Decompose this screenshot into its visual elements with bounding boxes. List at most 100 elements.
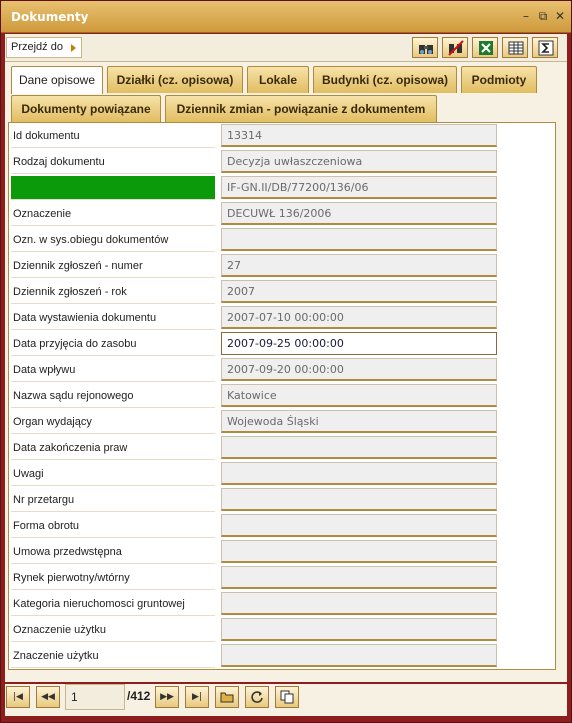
tab-bar: Dane opisowe Działki (cz. opisowa) Lokal…: [9, 64, 563, 122]
tab-podmioty[interactable]: Podmioty: [461, 66, 537, 93]
copy-icon[interactable]: [275, 686, 299, 708]
tab-budynki[interactable]: Budynki (cz. opisowa): [313, 66, 457, 93]
field-row: Nr przetargu: [9, 487, 555, 513]
field-label: Forma obrotu: [11, 514, 215, 538]
field-value-sygnatura[interactable]: IF-GN.II/DB/77200/136/06: [221, 176, 497, 199]
page-number-input[interactable]: 1: [65, 684, 125, 710]
sum-button[interactable]: [532, 37, 558, 58]
field-value-znaczenie-uzytku[interactable]: [221, 644, 497, 667]
field-value-oznaczenie-uzytku[interactable]: [221, 618, 497, 641]
field-row: Data zakończenia praw: [9, 435, 555, 461]
field-value-nazwa-sadu[interactable]: Katowice: [221, 384, 497, 407]
field-row: Id dokumentu 13314: [9, 123, 555, 149]
field-row: Data wystawienia dokumentu 2007-07-10 00…: [9, 305, 555, 331]
arrow-right-icon: [71, 44, 76, 52]
goto-menu-button[interactable]: Przejdź do: [6, 37, 82, 58]
field-label: Data wpływu: [11, 358, 215, 382]
field-label: Data przyjęcia do zasobu: [11, 332, 215, 356]
total-pages: /412: [127, 689, 151, 703]
close-icon[interactable]: ✕: [553, 8, 567, 24]
field-value-rynek[interactable]: [221, 566, 497, 589]
field-label: Dziennik zgłoszeń - numer: [11, 254, 215, 278]
field-row: Sygnatura IF-GN.II/DB/77200/136/06: [9, 175, 555, 201]
tab-dane-opisowe[interactable]: Dane opisowe: [11, 66, 103, 94]
field-value-organ-wydajacy[interactable]: Wojewoda Śląski: [221, 410, 497, 433]
field-value-data-zakonczenia[interactable]: [221, 436, 497, 459]
field-value-id-dokumentu[interactable]: 13314: [221, 124, 497, 147]
window: Dokumenty – ⧉ ✕ Przejdź do Dane opisowe …: [0, 0, 572, 723]
next-page-icon[interactable]: ▶▶: [155, 686, 179, 708]
field-value-forma-obrotu[interactable]: [221, 514, 497, 537]
field-row: Rodzaj dokumentu Decyzja uwłaszczeniowa: [9, 149, 555, 175]
field-row: Kategoria nieruchomosci gruntowej: [9, 591, 555, 617]
goto-label: Przejdź do: [11, 41, 63, 53]
field-label: Organ wydający: [11, 410, 215, 434]
field-row: Dziennik zgłoszeń - rok 2007: [9, 279, 555, 305]
field-label: Id dokumentu: [11, 124, 215, 148]
tab-lokale[interactable]: Lokale: [247, 66, 309, 93]
tab-dziennik-zmian[interactable]: Dziennik zmian - powiązanie z dokumentem: [165, 95, 437, 122]
field-label-highlighted: Sygnatura: [11, 176, 215, 200]
field-row: Nazwa sądu rejonowego Katowice: [9, 383, 555, 409]
field-row: Uwagi: [9, 461, 555, 487]
field-row: Ozn. w sys.obiegu dokumentów: [9, 227, 555, 253]
field-value-kategoria[interactable]: [221, 592, 497, 615]
refresh-icon[interactable]: [245, 686, 269, 708]
field-label: Uwagi: [11, 462, 215, 486]
clear-filter-icon: [448, 40, 464, 56]
prev-page-icon[interactable]: ◀◀: [36, 686, 60, 708]
field-value-data-wystawienia[interactable]: 2007-07-10 00:00:00: [221, 306, 497, 329]
window-title: Dokumenty: [11, 10, 89, 24]
first-page-icon[interactable]: |◀: [6, 686, 30, 708]
field-row: Data wpływu 2007-09-20 00:00:00: [9, 357, 555, 383]
field-label: Ozn. w sys.obiegu dokumentów: [11, 228, 215, 252]
content-panel: Przejdź do Dane opisowe Działki (cz. opi…: [5, 34, 567, 682]
sum-icon: [538, 40, 554, 56]
last-page-icon[interactable]: ▶|: [185, 686, 209, 708]
search-binoculars-button[interactable]: [412, 37, 438, 58]
field-value-umowa-przedwstepna[interactable]: [221, 540, 497, 563]
table-icon: [508, 41, 524, 55]
field-value-uwagi[interactable]: [221, 462, 497, 485]
field-value-oznaczenie[interactable]: DECUWŁ 136/2006: [221, 202, 497, 225]
field-value-ozn-sys-obiegu[interactable]: [221, 228, 497, 251]
restore-icon[interactable]: ⧉: [536, 8, 550, 24]
field-value-data-przyjecia[interactable]: 2007-09-25 00:00:00: [221, 332, 497, 355]
clear-filter-button[interactable]: [442, 37, 468, 58]
excel-icon: [479, 41, 493, 55]
field-row: Organ wydający Wojewoda Śląski: [9, 409, 555, 435]
field-value-nr-przetargu[interactable]: [221, 488, 497, 511]
field-label: Oznaczenie: [11, 202, 215, 226]
field-label: Rynek pierwotny/wtórny: [11, 566, 215, 590]
field-label: Nazwa sądu rejonowego: [11, 384, 215, 408]
tab-dokumenty-powiazane[interactable]: Dokumenty powiązane: [11, 95, 161, 122]
field-row: Znaczenie użytku: [9, 643, 555, 669]
field-row: Forma obrotu: [9, 513, 555, 539]
field-value-dziennik-rok[interactable]: 2007: [221, 280, 497, 303]
field-value-rodzaj-dokumentu[interactable]: Decyzja uwłaszczeniowa: [221, 150, 497, 173]
details-form: Id dokumentu 13314 Rodzaj dokumentu Decy…: [8, 122, 556, 670]
field-value-data-wplywu[interactable]: 2007-09-20 00:00:00: [221, 358, 497, 381]
field-row: Oznaczenie użytku: [9, 617, 555, 643]
field-label: Dziennik zgłoszeń - rok: [11, 280, 215, 304]
field-label: Kategoria nieruchomosci gruntowej: [11, 592, 215, 616]
binoculars-icon: [419, 45, 433, 54]
field-row: Rynek pierwotny/wtórny: [9, 565, 555, 591]
field-label: Data wystawienia dokumentu: [11, 306, 215, 330]
field-label: Umowa przedwstępna: [11, 540, 215, 564]
field-value-dziennik-numer[interactable]: 27: [221, 254, 497, 277]
title-bar[interactable]: Dokumenty – ⧉ ✕: [1, 1, 571, 33]
record-navigator: |◀ ◀◀ 1 /412 ▶▶ ▶|: [5, 684, 567, 716]
field-label: Oznaczenie użytku: [11, 618, 215, 642]
table-view-button[interactable]: [502, 37, 528, 58]
field-row: Oznaczenie DECUWŁ 136/2006: [9, 201, 555, 227]
field-label: Rodzaj dokumentu: [11, 150, 215, 174]
field-label: Nr przetargu: [11, 488, 215, 512]
minimize-icon[interactable]: –: [519, 8, 533, 24]
toolbar: Przejdź do: [5, 34, 567, 62]
tab-dzialki[interactable]: Działki (cz. opisowa): [107, 66, 243, 93]
field-label: Znaczenie użytku: [11, 644, 215, 668]
open-folder-icon[interactable]: [215, 686, 239, 708]
export-excel-button[interactable]: [472, 37, 498, 58]
field-row: Dziennik zgłoszeń - numer 27: [9, 253, 555, 279]
